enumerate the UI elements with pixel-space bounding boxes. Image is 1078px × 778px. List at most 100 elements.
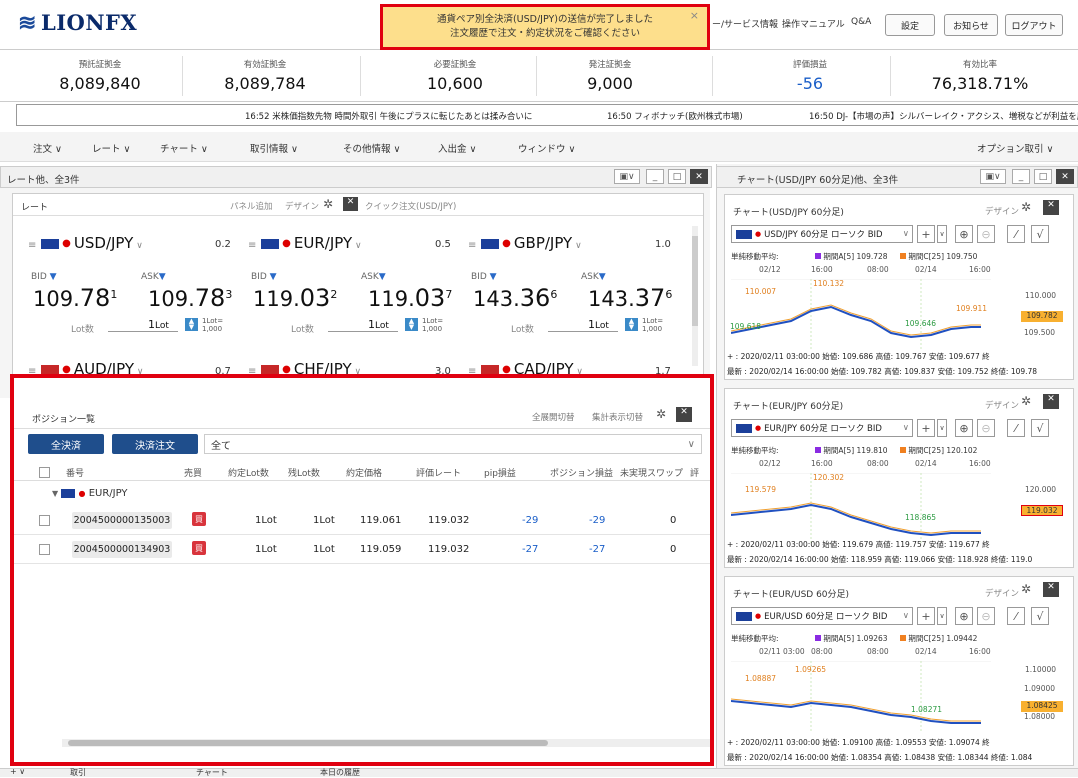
row-checkbox[interactable] — [39, 515, 50, 526]
close-icon[interactable]: ✕ — [676, 407, 692, 422]
add-tab-button[interactable]: + ∨ — [10, 767, 25, 776]
menu-trade-info[interactable]: 取引情報 ∨ — [250, 141, 298, 155]
drag-handle-icon[interactable]: ≡ — [28, 366, 36, 374]
pair-label[interactable]: ≡ ● GBP/JPY ∨ — [468, 234, 582, 252]
gear-icon[interactable]: ✲ — [1021, 200, 1031, 214]
draw-line-icon[interactable]: ⁄ — [1007, 419, 1025, 437]
drag-handle-icon[interactable]: ≡ — [248, 366, 256, 374]
select-all-checkbox[interactable] — [39, 467, 50, 478]
quick-order-link[interactable]: クイック注文(USD/JPY) — [365, 200, 456, 212]
menu-other-info[interactable]: その他情報 ∨ — [343, 141, 400, 155]
chevron-down-icon[interactable]: ∨ — [937, 607, 947, 625]
scrollbar-thumb[interactable] — [692, 236, 698, 326]
menu-deposit[interactable]: 入出金 ∨ — [438, 141, 476, 155]
panel-menu-button[interactable]: ▣∨ — [614, 169, 640, 184]
notice-button[interactable]: お知らせ — [944, 14, 998, 36]
col-pip[interactable]: pip損益 — [484, 466, 516, 479]
panel-menu-button[interactable]: ▣∨ — [980, 169, 1006, 184]
add-indicator-icon[interactable]: + — [917, 419, 935, 437]
zoom-in-icon[interactable]: ⊕ — [955, 607, 973, 625]
pair-label[interactable]: ≡ ● CHF/JPY ∨ — [248, 360, 361, 374]
draw-line-icon[interactable]: ⁄ — [1007, 225, 1025, 243]
col-remain[interactable]: 残Lot数 — [288, 466, 320, 479]
ask-price[interactable]: 109.783 — [148, 284, 232, 312]
ask-price[interactable]: 143.376 — [588, 284, 672, 312]
drag-handle-icon[interactable]: ≡ — [28, 240, 36, 251]
indicator-icon[interactable]: √ — [1031, 607, 1049, 625]
gear-icon[interactable]: ✲ — [1021, 394, 1031, 408]
menu-window[interactable]: ウィンドウ ∨ — [518, 141, 575, 155]
rate-scrollbar[interactable] — [692, 226, 698, 366]
toast-close-icon[interactable]: × — [690, 9, 699, 23]
col-rate[interactable]: 評価レート — [416, 466, 461, 479]
zoom-out-icon[interactable]: ⊖ — [977, 607, 995, 625]
indicator-icon[interactable]: √ — [1031, 225, 1049, 243]
close-icon[interactable]: ✕ — [1043, 582, 1059, 597]
ticker-item[interactable]: 16:52 米株価指数先物 時間外取引 午後にプラスに転じたあとは揉み合いに — [245, 110, 532, 122]
horizontal-scrollbar[interactable] — [62, 739, 710, 747]
col-lot[interactable]: 約定Lot数 — [228, 466, 269, 479]
add-indicator-icon[interactable]: + — [917, 607, 935, 625]
col-price[interactable]: 約定価格 — [346, 466, 382, 479]
close-panel-button[interactable]: ✕ — [1056, 169, 1074, 184]
nav-manual[interactable]: 操作マニュアル — [782, 17, 845, 30]
lot-input[interactable]: 1Lot — [148, 318, 169, 331]
design-link[interactable]: デザイン — [285, 200, 319, 212]
indicator-icon[interactable]: √ — [1031, 419, 1049, 437]
chart-symbol-select[interactable]: ● EUR/JPY 60分足 ローソク BID ∨ — [731, 419, 913, 437]
nav-qa[interactable]: Q&A — [851, 17, 871, 27]
lot-stepper[interactable]: ▲ ▼ — [625, 318, 638, 331]
lot-input[interactable]: 1Lot — [368, 318, 389, 331]
bid-price[interactable]: 119.032 — [253, 284, 337, 312]
gear-icon[interactable]: ✲ — [656, 407, 666, 421]
row-checkbox[interactable] — [39, 544, 50, 555]
minimize-button[interactable]: _ — [1012, 169, 1030, 184]
position-id[interactable]: 2004500000134903 — [72, 541, 172, 558]
add-indicator-icon[interactable]: + — [917, 225, 935, 243]
price-chart[interactable] — [731, 661, 991, 731]
drag-handle-icon[interactable]: ≡ — [248, 240, 256, 251]
ask-price[interactable]: 119.037 — [368, 284, 452, 312]
lot-stepper[interactable]: ▲ ▼ — [185, 318, 198, 331]
col-pl[interactable]: ポジション損益 — [550, 466, 613, 479]
zoom-out-icon[interactable]: ⊖ — [977, 419, 995, 437]
zoom-out-icon[interactable]: ⊖ — [977, 225, 995, 243]
close-icon[interactable]: ✕ — [1043, 394, 1059, 409]
tab-today-history[interactable]: 本日の履歴 — [320, 767, 360, 778]
lot-input[interactable]: 1Lot — [588, 318, 609, 331]
col-side[interactable]: 売買 — [184, 466, 202, 479]
maximize-button[interactable]: □ — [1034, 169, 1052, 184]
chart-symbol-select[interactable]: ● EUR/USD 60分足 ローソク BID ∨ — [731, 607, 913, 625]
ticker-item[interactable]: 16:50 DJ-【市場の声】シルバーレイク・アクシス、増税などが利益を圧迫 — [809, 110, 1078, 122]
bid-price[interactable]: 109.781 — [33, 284, 117, 312]
group-row-eurjpy[interactable]: ▼ ● EUR/JPY — [52, 488, 128, 499]
settings-button[interactable]: 設定 — [885, 14, 935, 36]
pair-label[interactable]: ≡ ● USD/JPY ∨ — [28, 234, 143, 252]
tab-trade[interactable]: 取引 — [70, 767, 86, 778]
ticker-item[interactable]: 16:50 フィボナッチ(欧州株式市場) — [607, 110, 743, 122]
menu-rate[interactable]: レート ∨ — [92, 141, 130, 155]
design-link[interactable]: デザイン — [985, 587, 1019, 599]
close-order-button[interactable]: 決済注文 — [112, 434, 198, 454]
nav-service-info[interactable]: ー/サービス情報 — [712, 17, 778, 30]
gear-icon[interactable]: ✲ — [323, 197, 333, 211]
tab-chart[interactable]: チャート — [196, 767, 228, 778]
zoom-in-icon[interactable]: ⊕ — [955, 419, 973, 437]
news-ticker[interactable]: 16:52 米株価指数先物 時間外取引 午後にプラスに転じたあとは揉み合いに 1… — [16, 104, 1078, 126]
draw-line-icon[interactable]: ⁄ — [1007, 607, 1025, 625]
close-all-button[interactable]: 全決済 — [28, 434, 104, 454]
design-link[interactable]: デザイン — [985, 205, 1019, 217]
pair-label[interactable]: ≡ ● AUD/JPY ∨ — [28, 360, 144, 374]
scrollbar-thumb[interactable] — [68, 740, 548, 746]
col-more[interactable]: 評 — [690, 466, 699, 479]
price-chart[interactable] — [731, 473, 991, 543]
minimize-button[interactable]: _ — [646, 169, 664, 184]
col-swap[interactable]: 未実現スワップ — [620, 466, 683, 479]
menu-option-trade[interactable]: オプション取引 ∨ — [977, 141, 1053, 155]
col-id[interactable]: 番号 — [66, 466, 84, 479]
close-icon[interactable]: ✕ — [1043, 200, 1059, 215]
maximize-button[interactable]: □ — [668, 169, 686, 184]
total-display-toggle[interactable]: 集計表示切替 — [592, 411, 643, 423]
pair-label[interactable]: ≡ ● EUR/JPY ∨ — [248, 234, 362, 252]
lot-stepper[interactable]: ▲ ▼ — [405, 318, 418, 331]
